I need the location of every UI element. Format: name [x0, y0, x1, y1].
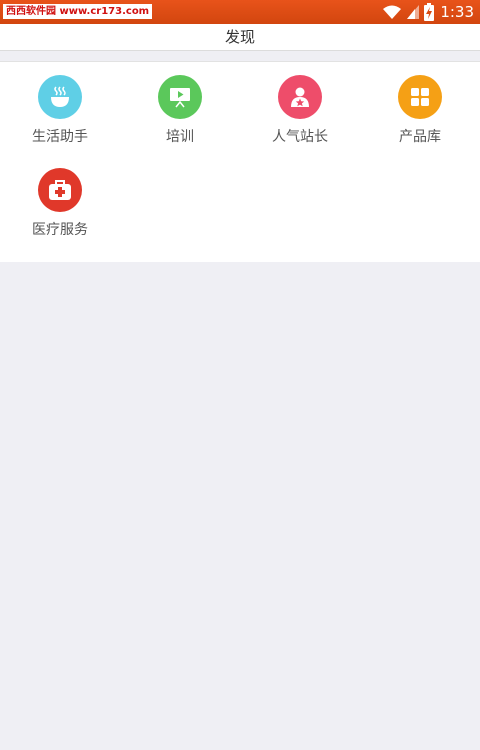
grid-item-label: 产品库	[399, 129, 441, 145]
header: 发现	[0, 24, 480, 51]
grid-item-life-assistant[interactable]: 生活助手	[0, 62, 120, 152]
presentation-icon	[158, 75, 202, 119]
grid-item-label: 生活助手	[32, 129, 88, 145]
grid-item-popular-webmaster[interactable]: 人气站长	[240, 62, 360, 152]
grid-item-label: 人气站长	[272, 129, 328, 145]
grid-icon	[398, 75, 442, 119]
grid-item-label: 培训	[166, 129, 194, 145]
section-divider	[0, 51, 480, 62]
grid-item-product-library[interactable]: 产品库	[360, 62, 480, 152]
battery-charging-icon	[424, 3, 438, 21]
status-time: 1:33	[440, 3, 474, 21]
star-person-icon	[278, 75, 322, 119]
status-icons: 1:33	[382, 0, 474, 24]
grid-item-training[interactable]: 培训	[120, 62, 240, 152]
watermark-logo: 西西软件园 www.cr173.com	[3, 4, 153, 19]
page-title: 发现	[224, 28, 255, 46]
status-bar: 西西软件园 www.cr173.com 1:33	[0, 0, 480, 24]
wifi-icon	[382, 4, 406, 20]
medical-kit-icon	[38, 168, 82, 212]
grid-item-label: 医疗服务	[32, 222, 88, 238]
grid-item-medical-service[interactable]: 医疗服务	[0, 155, 120, 245]
signal-icon	[406, 4, 424, 20]
bowl-icon	[38, 75, 82, 119]
feature-grid: 生活助手 培训 人气站长 产品库 医疗服务	[0, 62, 480, 262]
